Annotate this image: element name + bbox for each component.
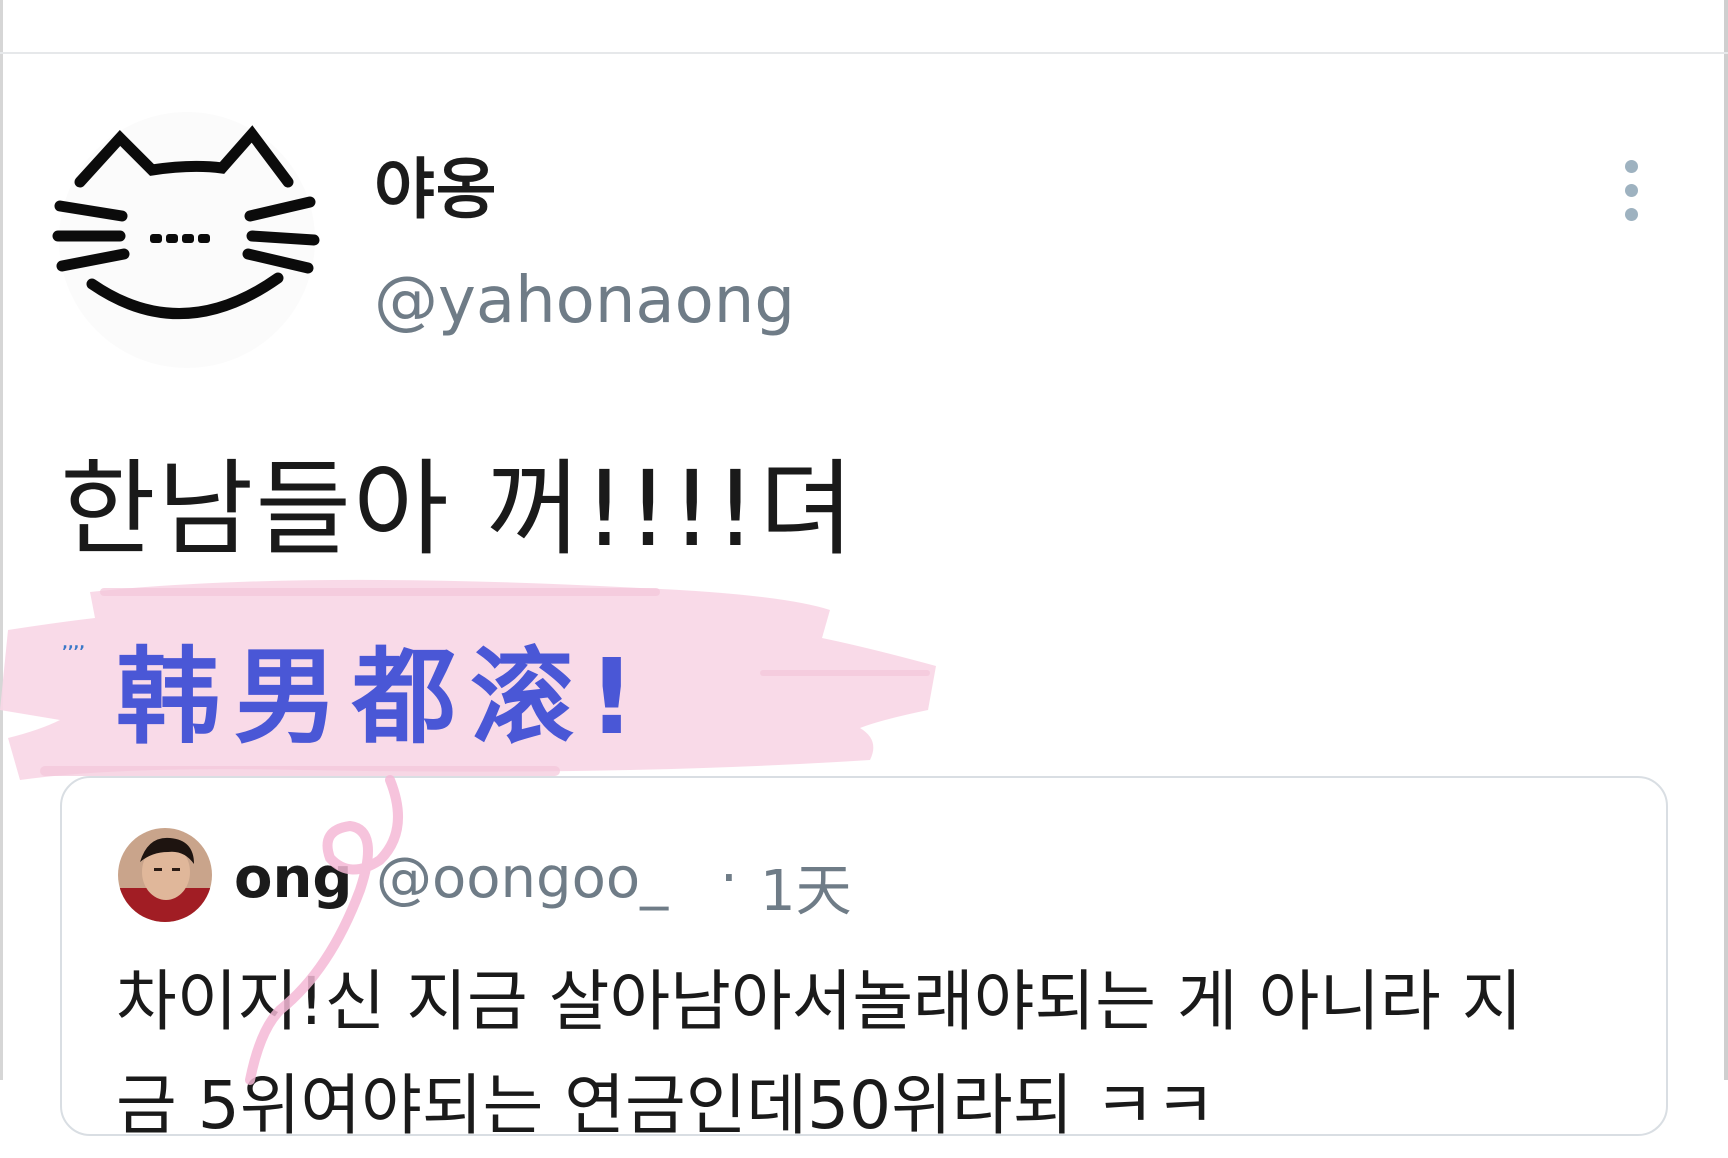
left-frame-edge — [0, 0, 3, 1080]
overlay-caption: 韩男都滚! — [116, 636, 650, 758]
cat-face-icon — [52, 112, 320, 368]
avatar[interactable] — [52, 110, 322, 370]
quoted-separator: · — [720, 846, 738, 911]
more-options-button[interactable] — [1616, 150, 1648, 230]
person-avatar-icon — [118, 828, 212, 922]
more-vertical-icon — [1625, 160, 1638, 173]
right-frame-edge — [1724, 0, 1728, 1080]
author-handle[interactable]: @yahonaong — [374, 264, 795, 338]
quoted-author-avatar[interactable] — [118, 828, 212, 922]
tweet-text: 한남들아 꺼!!!!뎌 — [60, 448, 856, 570]
author-display-name[interactable]: 야옹 — [374, 136, 497, 232]
tiny-mark: ‚‚‚‚ — [62, 634, 85, 652]
top-divider — [0, 52, 1728, 54]
quoted-timestamp[interactable]: 1天 — [760, 846, 852, 927]
pink-squiggle-doodle — [245, 775, 403, 1085]
